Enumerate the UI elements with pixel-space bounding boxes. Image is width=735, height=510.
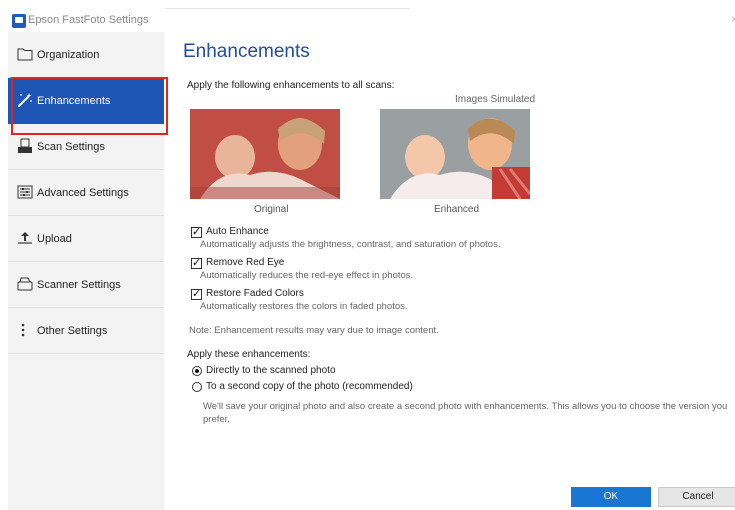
more-vertical-icon — [17, 322, 33, 338]
title-divider — [165, 8, 410, 9]
restore-faded-colors-checkbox[interactable] — [191, 287, 202, 300]
selection-highlight-box — [11, 77, 168, 135]
remove-red-eye-description: Automatically reduces the red-eye effect… — [200, 270, 414, 281]
remove-red-eye-label[interactable]: Remove Red Eye — [206, 257, 284, 268]
remove-red-eye-checkbox[interactable] — [191, 256, 202, 269]
upload-icon — [17, 230, 33, 246]
enhanced-photo — [380, 109, 530, 199]
sliders-icon — [17, 184, 33, 200]
auto-enhance-label[interactable]: Auto Enhance — [206, 226, 269, 237]
ok-button[interactable]: OK — [571, 487, 651, 507]
title-bar: Epson FastFoto Settings × — [0, 0, 735, 32]
enhanced-caption: Enhanced — [434, 204, 480, 215]
apply-directly-label[interactable]: Directly to the scanned photo — [206, 365, 336, 376]
restore-faded-colors-label[interactable]: Restore Faded Colors — [206, 288, 304, 299]
intro-text: Apply the following enhancements to all … — [187, 80, 395, 91]
sidebar-item-label: Scan Settings — [37, 141, 105, 153]
sidebar-item-organization[interactable]: Organization — [8, 32, 164, 78]
apply-directly-radio[interactable] — [192, 366, 202, 376]
app-icon — [12, 14, 26, 28]
sidebar-item-label: Other Settings — [37, 325, 108, 337]
sidebar-item-label: Scanner Settings — [37, 279, 121, 291]
apply-second-copy-radio[interactable] — [192, 382, 202, 392]
auto-enhance-description: Automatically adjusts the brightness, co… — [200, 239, 501, 250]
sidebar-item-advanced-settings[interactable]: Advanced Settings — [8, 170, 164, 216]
sidebar-item-label: Upload — [37, 233, 72, 245]
sidebar-item-label: Advanced Settings — [37, 187, 129, 199]
folder-icon — [17, 46, 33, 62]
scanner-icon — [17, 138, 33, 154]
auto-enhance-checkbox[interactable] — [191, 225, 202, 238]
cancel-button[interactable]: Cancel — [658, 487, 735, 507]
apply-enhancements-label: Apply these enhancements: — [187, 349, 311, 360]
sidebar-item-scanner-settings[interactable]: Scanner Settings — [8, 262, 164, 308]
sidebar-item-upload[interactable]: Upload — [8, 216, 164, 262]
sidebar-item-label: Organization — [37, 49, 100, 61]
enhancement-note: Note: Enhancement results may vary due t… — [189, 325, 439, 336]
sidebar-item-other-settings[interactable]: Other Settings — [8, 308, 164, 354]
images-simulated-note: Images Simulated — [455, 94, 536, 105]
second-copy-description: We'll save your original photo and also … — [203, 401, 728, 425]
close-icon[interactable]: × — [731, 12, 735, 26]
scanner-outline-icon — [17, 276, 33, 292]
original-caption: Original — [254, 204, 289, 215]
main-panel: Enhancements Apply the following enhance… — [170, 32, 735, 510]
page-title: Enhancements — [183, 41, 310, 62]
original-photo — [190, 109, 340, 199]
window-title: Epson FastFoto Settings — [28, 14, 149, 26]
restore-faded-colors-description: Automatically restores the colors in fad… — [200, 301, 408, 312]
apply-second-copy-label[interactable]: To a second copy of the photo (recommend… — [206, 381, 413, 392]
